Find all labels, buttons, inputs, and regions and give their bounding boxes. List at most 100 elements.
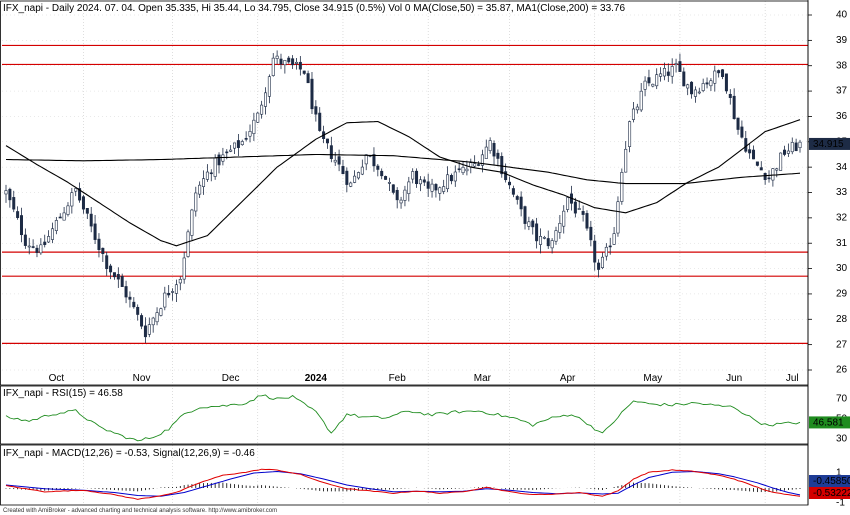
candle-down bbox=[16, 211, 20, 218]
candle-down bbox=[101, 247, 105, 255]
month-tick-label: Dec bbox=[222, 373, 240, 384]
candle-up bbox=[50, 228, 54, 240]
candle-down bbox=[279, 58, 283, 65]
candle-down bbox=[759, 167, 763, 171]
rsi-tick-label: 70 bbox=[836, 394, 848, 405]
candle-up bbox=[527, 221, 531, 227]
candle-up bbox=[624, 148, 628, 173]
candle-down bbox=[31, 246, 35, 248]
price-tick-label: 33 bbox=[836, 187, 848, 198]
candle-up bbox=[620, 172, 624, 202]
macd-tick-label: -1 bbox=[836, 498, 845, 509]
candle-up bbox=[407, 181, 411, 194]
candle-up bbox=[639, 90, 643, 111]
candle-down bbox=[89, 213, 93, 227]
candle-up bbox=[27, 245, 31, 248]
candle-up bbox=[387, 182, 391, 184]
candle-up bbox=[360, 166, 364, 175]
candle-down bbox=[167, 292, 171, 296]
candle-up bbox=[182, 257, 186, 280]
candle-up bbox=[174, 284, 178, 294]
candle-up bbox=[453, 171, 457, 182]
candle-down bbox=[209, 172, 213, 175]
month-tick-label: Oct bbox=[49, 373, 65, 384]
candle-down bbox=[318, 112, 322, 131]
candle-up bbox=[446, 174, 450, 190]
candle-down bbox=[236, 140, 240, 148]
candle-down bbox=[81, 196, 85, 210]
candle-up bbox=[659, 73, 663, 77]
candle-up bbox=[233, 142, 237, 149]
candle-down bbox=[752, 149, 756, 160]
candle-up bbox=[333, 159, 337, 163]
chart-canvas: 262728293031323334353637383940305070-101… bbox=[0, 0, 850, 515]
candle-up bbox=[399, 199, 403, 204]
footer-credit: Created with AmiBroker - advanced charti… bbox=[3, 508, 277, 514]
macd-value-label: -0.53222 bbox=[813, 488, 850, 499]
candle-down bbox=[678, 61, 682, 72]
price-tick-label: 27 bbox=[836, 339, 848, 350]
candle-down bbox=[767, 177, 771, 180]
candle-up bbox=[260, 104, 264, 115]
candle-up bbox=[418, 179, 422, 185]
candle-down bbox=[298, 61, 302, 70]
candle-up bbox=[438, 187, 442, 194]
candle-down bbox=[329, 145, 333, 159]
month-tick-label: Mar bbox=[474, 373, 492, 384]
candle-down bbox=[19, 215, 23, 236]
candle-up bbox=[147, 324, 151, 335]
candle-down bbox=[546, 238, 550, 247]
candle-down bbox=[372, 154, 376, 167]
candle-up bbox=[577, 208, 581, 210]
candle-up bbox=[248, 131, 252, 137]
price-tick-label: 34 bbox=[836, 162, 848, 173]
candle-up bbox=[554, 230, 558, 242]
price-tick-label: 40 bbox=[836, 10, 848, 21]
candle-up bbox=[686, 84, 690, 89]
candle-down bbox=[337, 156, 341, 165]
candle-down bbox=[511, 188, 515, 195]
candle-up bbox=[349, 182, 353, 187]
candle-down bbox=[755, 161, 759, 166]
candle-down bbox=[217, 154, 221, 166]
price-tick-label: 30 bbox=[836, 263, 848, 274]
candle-down bbox=[376, 165, 380, 170]
candle-up bbox=[628, 121, 632, 147]
candle-up bbox=[538, 236, 542, 245]
candle-down bbox=[535, 223, 539, 242]
candle-down bbox=[120, 276, 124, 287]
month-tick-label: 2024 bbox=[305, 373, 328, 384]
candle-up bbox=[275, 55, 279, 59]
month-tick-label: Jul bbox=[786, 373, 799, 384]
candle-down bbox=[345, 170, 349, 185]
price-tick-label: 31 bbox=[836, 238, 848, 249]
candle-up bbox=[713, 70, 717, 84]
candle-up bbox=[178, 279, 182, 284]
last-price-label: 34.915 bbox=[813, 139, 844, 150]
candle-up bbox=[271, 57, 275, 76]
candle-down bbox=[728, 94, 732, 98]
candle-down bbox=[763, 173, 767, 180]
candle-down bbox=[744, 138, 748, 152]
candle-up bbox=[190, 209, 194, 236]
candle-down bbox=[647, 77, 651, 84]
candle-down bbox=[12, 197, 16, 210]
candle-down bbox=[794, 142, 798, 152]
candle-down bbox=[477, 164, 481, 166]
candle-down bbox=[434, 184, 438, 191]
candle-up bbox=[674, 63, 678, 65]
candle-down bbox=[136, 306, 140, 315]
candle-down bbox=[112, 272, 116, 278]
candle-down bbox=[35, 247, 39, 253]
candle-up bbox=[488, 140, 492, 151]
candle-down bbox=[415, 170, 419, 185]
candle-up bbox=[697, 91, 701, 94]
candle-up bbox=[558, 222, 562, 233]
candle-up bbox=[771, 168, 775, 181]
candle-down bbox=[666, 71, 670, 76]
price-tick-label: 37 bbox=[836, 86, 848, 97]
candle-up bbox=[186, 231, 190, 257]
candle-down bbox=[573, 201, 577, 214]
candle-down bbox=[43, 241, 47, 245]
candle-down bbox=[496, 152, 500, 159]
